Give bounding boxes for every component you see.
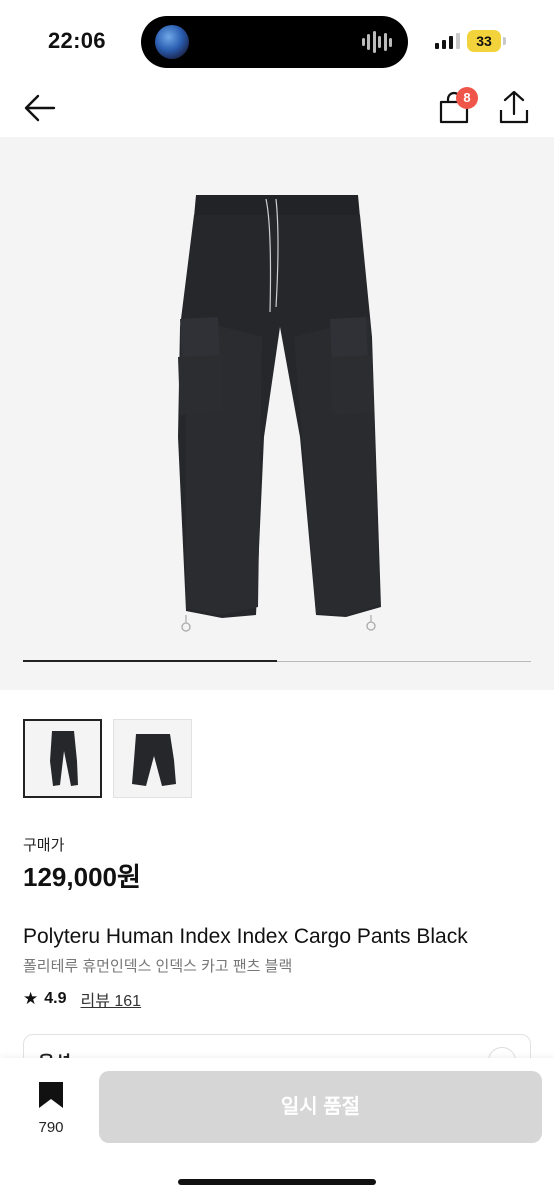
- sold-out-button[interactable]: 일시 품절: [99, 1071, 542, 1143]
- thumbnail-1[interactable]: [23, 719, 102, 798]
- arrow-left-icon[interactable]: [22, 90, 58, 126]
- carousel-progress-fill: [23, 660, 277, 662]
- rating-score: 4.9: [44, 990, 67, 1007]
- thumbnail-2[interactable]: [113, 719, 192, 798]
- now-playing-artwork: [155, 25, 189, 59]
- bookmark-button[interactable]: 790: [24, 1080, 78, 1136]
- audio-waveform-icon: [362, 30, 392, 54]
- price-value: 129,000원: [23, 862, 141, 892]
- reviews-link[interactable]: 리뷰 161: [81, 987, 142, 1011]
- share-icon[interactable]: [496, 88, 532, 126]
- bottom-action-bar: 790 일시 품절: [0, 1058, 554, 1200]
- thumbnail-pants-back-image: [132, 734, 176, 786]
- cellular-signal-icon: [435, 33, 461, 49]
- product-image-carousel[interactable]: [0, 137, 554, 690]
- cart-count-badge: 8: [456, 87, 478, 109]
- bookmark-icon: [39, 1082, 63, 1108]
- home-indicator: [178, 1179, 376, 1185]
- status-time: 22:06: [48, 28, 106, 53]
- cargo-pants-image: [178, 195, 381, 632]
- price-label: 구매가: [23, 837, 65, 854]
- dynamic-island[interactable]: [141, 16, 408, 68]
- product-name-en: Polyteru Human Index Index Cargo Pants B…: [23, 925, 468, 948]
- star-icon: ★: [23, 989, 39, 1008]
- thumbnail-pants-front-image: [50, 731, 78, 786]
- bookmark-count: 790: [38, 1119, 64, 1136]
- rating-row: ★ 4.9 리뷰 161: [23, 987, 141, 1011]
- status-bar: 22:06 33: [0, 0, 554, 80]
- battery-tip: [503, 37, 506, 45]
- battery-icon: 33: [467, 30, 501, 52]
- product-name-kr: 폴리테루 휴먼인덱스 인덱스 카고 팬츠 블랙: [23, 958, 293, 975]
- carousel-progress: [23, 660, 531, 662]
